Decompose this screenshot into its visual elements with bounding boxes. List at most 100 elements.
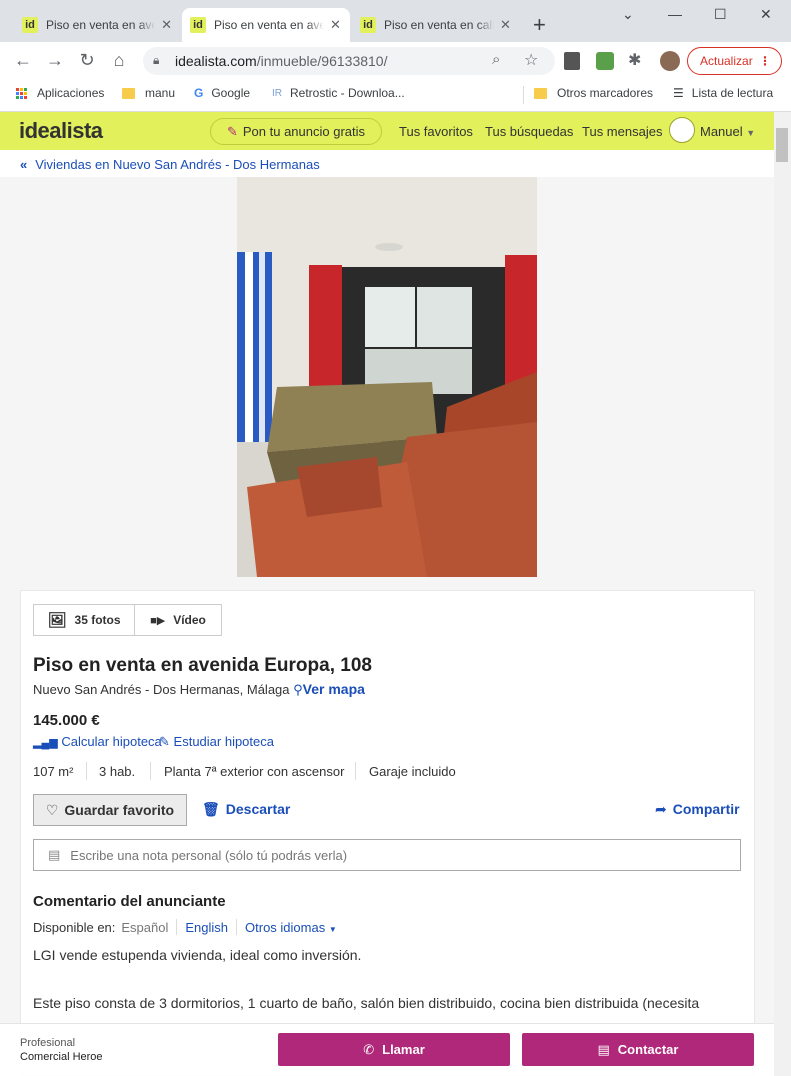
- extension-icon[interactable]: [564, 52, 580, 70]
- listing-price: 145.000 €: [33, 712, 100, 729]
- calculate-mortgage-link[interactable]: ▂▄▆ Calcular hipoteca: [33, 734, 162, 749]
- maximize-icon[interactable]: ☐: [714, 6, 727, 23]
- scrollbar[interactable]: [774, 112, 791, 1076]
- property-photo[interactable]: [237, 177, 537, 577]
- nav-favorites[interactable]: Tus favoritos: [399, 124, 473, 139]
- reading-list[interactable]: ☰ Lista de lectura: [673, 86, 773, 100]
- close-icon[interactable]: ✕: [330, 17, 341, 33]
- language-selector: Disponible en: Español English Otros idi…: [33, 919, 337, 935]
- photos-button[interactable]: 🖼︎ 35 fotos: [33, 604, 135, 636]
- call-button[interactable]: ✆ Llamar: [278, 1033, 510, 1066]
- advertiser-role: Profesional: [20, 1037, 76, 1049]
- bookmark-google[interactable]: G Google: [194, 86, 250, 100]
- lock-icon[interactable]: 🔒︎: [153, 53, 159, 68]
- close-window-icon[interactable]: ✕: [760, 6, 772, 23]
- bookmark-star-icon[interactable]: ☆: [524, 50, 538, 70]
- forward-icon[interactable]: →: [44, 50, 66, 71]
- chat-icon: ▤: [597, 1041, 610, 1057]
- chevron-down-icon: ▼: [328, 924, 337, 934]
- chevron-down-icon: ▼: [746, 128, 756, 138]
- back-icon[interactable]: ←: [12, 50, 34, 71]
- description-paragraph: Este piso consta de 3 dormitorios, 1 cua…: [33, 995, 700, 1011]
- nav-searches[interactable]: Tus búsquedas: [485, 124, 573, 139]
- tab-title: Piso en venta en avenida Europa: [214, 18, 324, 32]
- idealista-favicon-icon: id: [22, 17, 38, 33]
- browser-tab[interactable]: id Piso en venta en avenida Europa ✕: [14, 8, 180, 42]
- tab-search-icon[interactable]: ⌄: [622, 6, 634, 23]
- user-avatar-icon[interactable]: [669, 117, 695, 143]
- browser-tab-active[interactable]: id Piso en venta en avenida Europa ✕: [182, 8, 350, 42]
- map-pin-icon: ⚲: [293, 682, 303, 697]
- profile-avatar[interactable]: [660, 51, 680, 71]
- update-button[interactable]: Actualizar ⋮: [687, 47, 782, 75]
- bookmark-apps[interactable]: Aplicaciones: [16, 86, 104, 100]
- lang-english[interactable]: English: [185, 920, 228, 935]
- pencil-icon: ✎: [159, 734, 170, 749]
- bookmark-retrostic[interactable]: IR Retrostic - Downloa...: [272, 86, 405, 100]
- trash-icon: 🗑︎: [202, 801, 220, 817]
- note-icon: ▤: [48, 847, 61, 862]
- living-room-image: [237, 177, 537, 577]
- personal-note-input[interactable]: ▤ Escribe una nota personal (sólo tú podr…: [33, 839, 741, 871]
- bookmark-manu[interactable]: manu: [122, 86, 175, 100]
- new-tab-icon[interactable]: +: [533, 14, 546, 36]
- minimize-icon[interactable]: —: [668, 6, 682, 22]
- divider: [176, 919, 178, 935]
- tab-title: Piso en venta en calle: [384, 18, 494, 32]
- share-arrow-icon: ➦: [655, 801, 667, 817]
- bookmark-other[interactable]: Otros marcadores: [534, 86, 653, 100]
- feature-area: 107 m²: [33, 764, 74, 779]
- close-icon[interactable]: ✕: [500, 17, 511, 33]
- divider: [150, 762, 151, 780]
- scrollbar-thumb[interactable]: [776, 128, 788, 162]
- url-text[interactable]: idealista.com/inmueble/96133810/: [175, 53, 387, 69]
- apps-grid-icon: [16, 87, 27, 99]
- advertiser-name: Comercial Heroe: [20, 1051, 103, 1063]
- video-camera-icon: ■▶: [150, 614, 166, 627]
- image-icon: 🖼︎: [47, 612, 67, 629]
- nav-messages[interactable]: Tus mensajes: [582, 124, 662, 139]
- divider: [236, 919, 238, 935]
- idealista-logo[interactable]: idealista: [19, 118, 103, 144]
- share-button[interactable]: ➦ Compartir: [655, 801, 740, 818]
- save-favorite-button[interactable]: ♡ Guardar favorito: [33, 794, 187, 826]
- divider: [86, 762, 87, 780]
- double-chevron-left-icon: «: [20, 157, 28, 172]
- reading-list-icon: ☰: [673, 86, 684, 100]
- tab-title: Piso en venta en avenida Europa: [46, 18, 156, 32]
- listing-title: Piso en venta en avenida Europa, 108: [33, 655, 372, 676]
- video-button[interactable]: ■▶ Vídeo: [134, 604, 222, 636]
- feature-rooms: 3 hab.: [99, 764, 136, 779]
- google-icon: G: [194, 86, 204, 100]
- retrostic-icon: IR: [272, 87, 282, 99]
- zoom-icon[interactable]: ⌕: [492, 51, 500, 68]
- idealista-favicon-icon: id: [360, 17, 376, 33]
- bookmark-divider: [523, 86, 524, 104]
- publish-ad-button[interactable]: ✎ Pon tu anuncio gratis: [210, 118, 382, 145]
- comment-heading: Comentario del anunciante: [33, 893, 226, 910]
- feature-garage: Garaje incluido: [369, 764, 456, 779]
- feature-floor: Planta 7ª exterior con ascensor: [164, 764, 345, 779]
- close-icon[interactable]: ✕: [161, 17, 172, 33]
- bar-chart-icon: ▂▄▆: [33, 737, 58, 749]
- folder-icon: [534, 87, 547, 99]
- phone-icon: ✆: [363, 1041, 375, 1057]
- folder-icon: [122, 87, 135, 99]
- extension-icon[interactable]: [596, 52, 614, 70]
- available-label: Disponible en:: [33, 919, 116, 935]
- heart-icon: ♡: [45, 801, 59, 818]
- divider: [355, 762, 356, 780]
- view-map-link[interactable]: Ver mapa: [303, 681, 365, 697]
- discard-button[interactable]: 🗑︎ Descartar: [202, 801, 290, 818]
- menu-icon: ⋮: [759, 54, 771, 68]
- study-mortgage-link[interactable]: ✎ Estudiar hipoteca: [159, 734, 274, 750]
- browser-tab[interactable]: id Piso en venta en calle ✕: [352, 8, 520, 42]
- idealista-favicon-icon: id: [190, 17, 206, 33]
- home-icon[interactable]: ⌂: [108, 50, 130, 71]
- user-menu[interactable]: Manuel ▼: [700, 124, 755, 139]
- reload-icon[interactable]: ↻: [76, 50, 98, 71]
- puzzle-icon[interactable]: ✱: [628, 50, 641, 70]
- other-languages-dropdown[interactable]: Otros idiomas ▼: [245, 920, 337, 935]
- breadcrumb[interactable]: «Viviendas en Nuevo San Andrés - Dos Her…: [20, 157, 320, 172]
- contact-button[interactable]: ▤ Contactar: [522, 1033, 754, 1066]
